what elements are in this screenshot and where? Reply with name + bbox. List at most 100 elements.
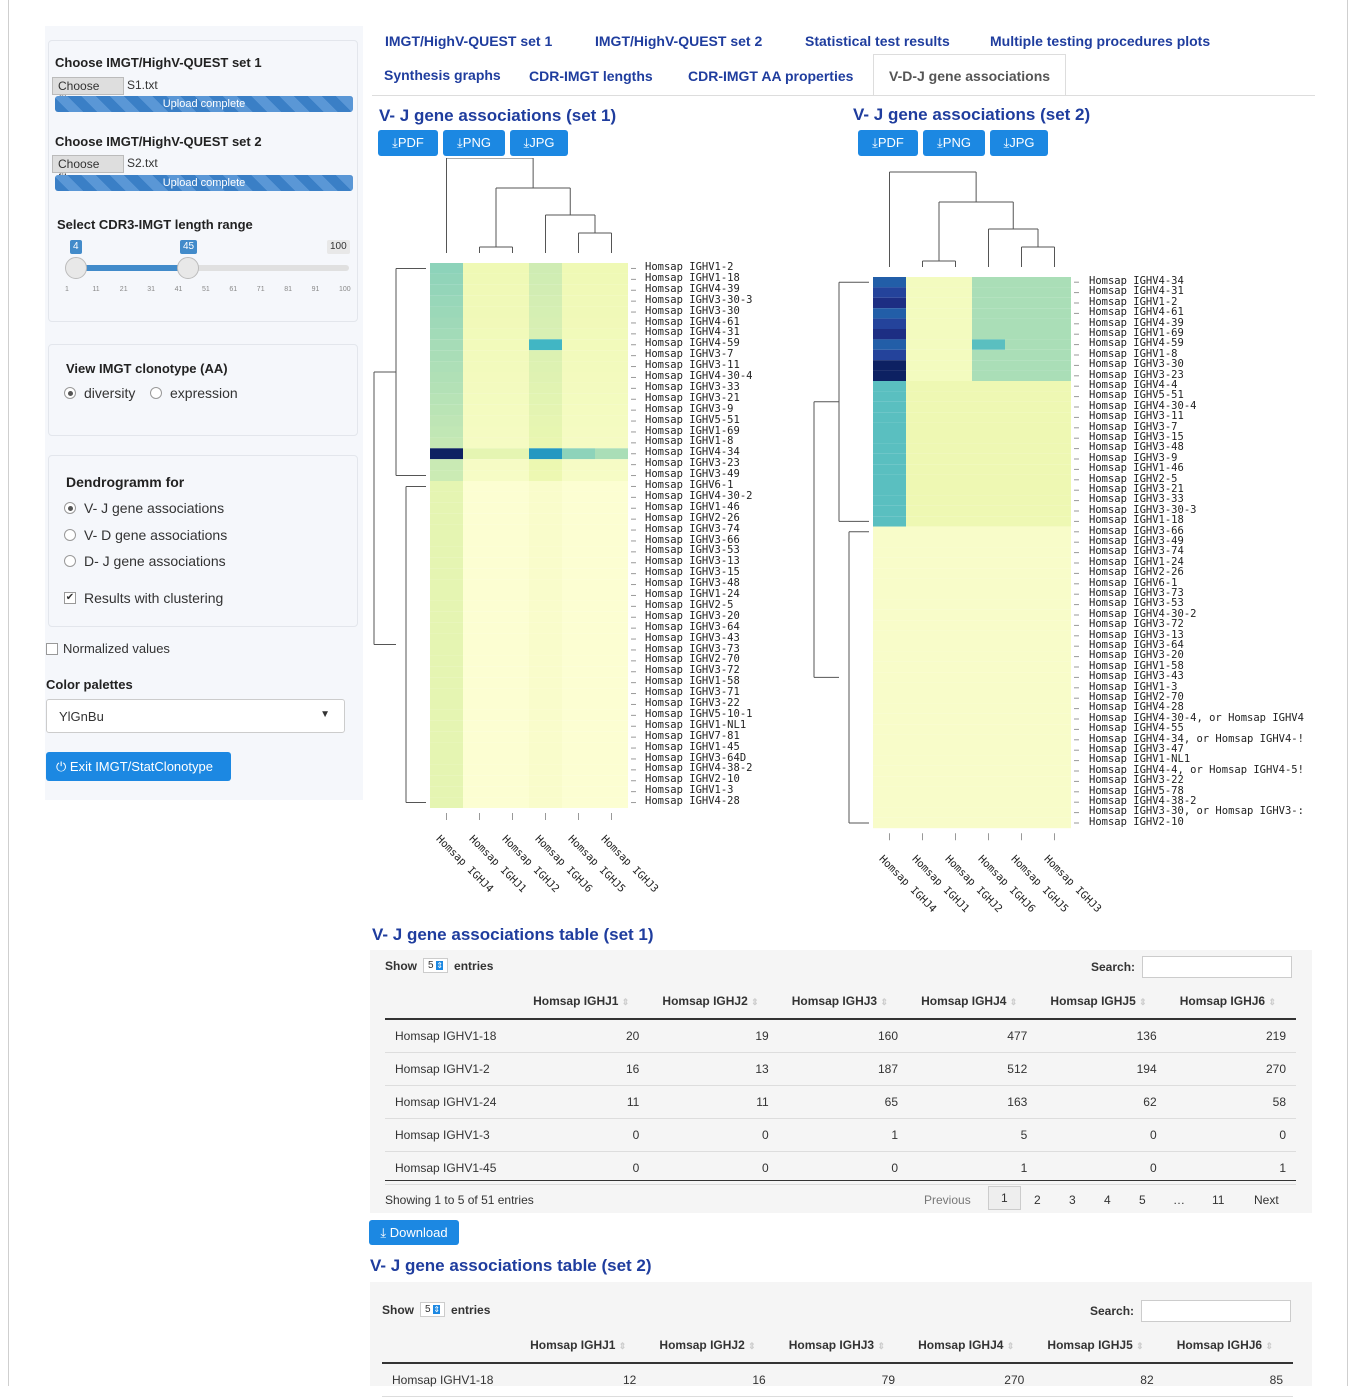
heatmap-cell — [1038, 474, 1071, 485]
heatmap-cell — [939, 318, 972, 329]
tab-cdr-lengths[interactable]: CDR-IMGT lengths — [529, 68, 653, 84]
pdf-label: PDF — [877, 135, 904, 150]
heatmap1-pdf-button[interactable]: ⤓PDF — [378, 130, 438, 156]
heatmap-cell — [1005, 464, 1038, 475]
tab-vdj-active[interactable]: V-D-J gene associations — [873, 54, 1066, 96]
tab-set2[interactable]: IMGT/HighV-QUEST set 2 — [595, 33, 762, 49]
heatmap-cell — [1005, 516, 1038, 527]
table1-search-label: Search: — [1091, 960, 1136, 974]
pagination-page[interactable]: 4 — [1104, 1193, 1111, 1207]
heatmap-cell — [1038, 370, 1071, 381]
palette-select[interactable]: YlGnBu ▼ — [46, 699, 345, 733]
heatmap1-png-button[interactable]: ⤓PNG — [443, 130, 505, 156]
radio-dj[interactable]: D- J gene associations — [64, 553, 226, 569]
heatmap-cell — [1005, 817, 1038, 829]
heatmap2-pdf-button[interactable]: ⤓PDF — [858, 130, 918, 156]
clustering-checkbox[interactable]: ✔ Results with clustering — [64, 590, 223, 606]
table-cell: 13 — [649, 1052, 779, 1086]
heatmap-cell — [906, 776, 939, 787]
pagination-page[interactable]: 11 — [1212, 1193, 1224, 1207]
tab-cdr-aa[interactable]: CDR-IMGT AA properties — [688, 68, 853, 84]
heatmap-cell — [463, 372, 496, 383]
table2-search-input[interactable] — [1141, 1300, 1291, 1322]
column-header[interactable]: Homsap IGHJ6 ⇕ — [1163, 1327, 1293, 1364]
heatmap-cell — [873, 797, 906, 808]
radio-icon — [64, 529, 76, 541]
heatmap-cell — [939, 661, 972, 673]
pagination-page[interactable]: 5 — [1139, 1193, 1146, 1207]
radio-vd[interactable]: V- D gene associations — [64, 527, 227, 543]
choose-file-button-1[interactable]: Choose file — [52, 77, 124, 107]
choose-file-button-2[interactable]: Choose file — [52, 155, 124, 185]
pagination-page[interactable]: … — [1173, 1193, 1185, 1207]
heatmap-cell — [595, 317, 628, 329]
heatmap-cell — [906, 443, 939, 454]
heatmap-cell — [496, 633, 529, 645]
pagination-page[interactable]: 2 — [1034, 1193, 1041, 1207]
column-header[interactable]: Homsap IGHJ3 ⇕ — [775, 1327, 905, 1364]
checkbox-icon — [46, 642, 58, 655]
heatmap-cell — [873, 682, 906, 693]
heatmap-cell — [562, 699, 595, 710]
radio-vj[interactable]: V- J gene associations — [64, 500, 224, 516]
heatmap-cell — [873, 516, 906, 527]
table-row: Homsap IGHV1-18 20 19 160 477 136 219 — [385, 1019, 1296, 1053]
radio-expression[interactable]: expression — [150, 385, 238, 401]
table1-download-button[interactable]: ⤓ Download — [369, 1220, 459, 1245]
table-cell: 58 — [1166, 1085, 1296, 1119]
table-cell: 512 — [908, 1052, 1038, 1086]
heatmap-cell — [595, 600, 628, 612]
entries-select[interactable]: 5 ⇕ — [420, 1302, 446, 1317]
table1-search-input[interactable] — [1142, 956, 1292, 978]
column-header[interactable]: Homsap IGHJ3 ⇕ — [778, 983, 908, 1020]
pagination-page[interactable]: 1 — [988, 1186, 1021, 1210]
heatmap-cell — [972, 817, 1005, 829]
heatmap2-png-button[interactable]: ⤓PNG — [923, 130, 985, 156]
column-header[interactable]: Homsap IGHJ4 ⇕ — [905, 1327, 1035, 1364]
heatmap-cell — [906, 817, 939, 829]
table-cell: 160 — [778, 1019, 908, 1053]
heatmap-cell — [562, 546, 595, 558]
heatmap2-jpg-button[interactable]: ⤓JPG — [990, 130, 1048, 156]
heatmap-cell — [873, 297, 906, 309]
heatmap-cell — [496, 742, 529, 754]
heatmap-cell — [873, 318, 906, 329]
exit-button[interactable]: ⏻ Exit IMGT/StatClonotype — [46, 752, 231, 781]
tab-synthesis[interactable]: Synthesis graphs — [384, 67, 501, 83]
heatmap-cell — [496, 350, 529, 362]
column-header[interactable]: Homsap IGHJ6 ⇕ — [1166, 983, 1296, 1020]
pagination-page[interactable]: 3 — [1069, 1193, 1076, 1207]
heatmap-cell — [496, 546, 529, 558]
heatmap1-jpg-button[interactable]: ⤓JPG — [510, 130, 568, 156]
slider-min-handle[interactable] — [65, 257, 87, 279]
heatmap-cell — [1005, 776, 1038, 787]
slider-max-handle[interactable] — [177, 257, 199, 279]
heatmap-cell — [1005, 401, 1038, 413]
column-header[interactable]: Homsap IGHJ5 ⇕ — [1034, 1327, 1164, 1364]
heatmap-cell — [463, 579, 496, 590]
pagination-next[interactable]: Next — [1254, 1193, 1279, 1207]
tab-statistical-tests[interactable]: Statistical test results — [805, 33, 950, 49]
entries-select[interactable]: 5 ⇕ — [423, 958, 449, 973]
column-header[interactable]: Homsap IGHJ5 ⇕ — [1037, 983, 1167, 1020]
column-header[interactable]: Homsap IGHJ1 ⇕ — [520, 983, 650, 1020]
tab-multiple-testing[interactable]: Multiple testing procedures plots — [990, 33, 1210, 49]
heatmap-cell — [906, 630, 939, 641]
tab-set1[interactable]: IMGT/HighV-QUEST set 1 — [385, 33, 552, 49]
row-name-cell: Homsap IGHV1-18 — [385, 1019, 521, 1053]
column-header[interactable]: Homsap IGHJ2 ⇕ — [649, 983, 779, 1020]
normalized-checkbox[interactable]: Normalized values — [46, 641, 170, 656]
column-header[interactable]: Homsap IGHJ1 ⇕ — [517, 1327, 647, 1364]
heatmap-cell — [430, 557, 463, 569]
radio-diversity[interactable]: diversity — [64, 385, 135, 401]
heatmap-cell — [939, 786, 972, 797]
heatmap-cell — [939, 516, 972, 527]
heatmap-cell — [595, 502, 628, 514]
heatmap-cell — [939, 381, 972, 392]
column-header[interactable]: Homsap IGHJ4 ⇕ — [908, 983, 1038, 1020]
column-header[interactable]: Homsap IGHJ2 ⇕ — [646, 1327, 776, 1364]
exit-button-label: Exit IMGT/StatClonotype — [69, 759, 213, 774]
pagination-previous[interactable]: Previous — [924, 1193, 971, 1207]
heatmap-cell — [496, 720, 529, 732]
radio-diversity-label: diversity — [84, 385, 136, 401]
